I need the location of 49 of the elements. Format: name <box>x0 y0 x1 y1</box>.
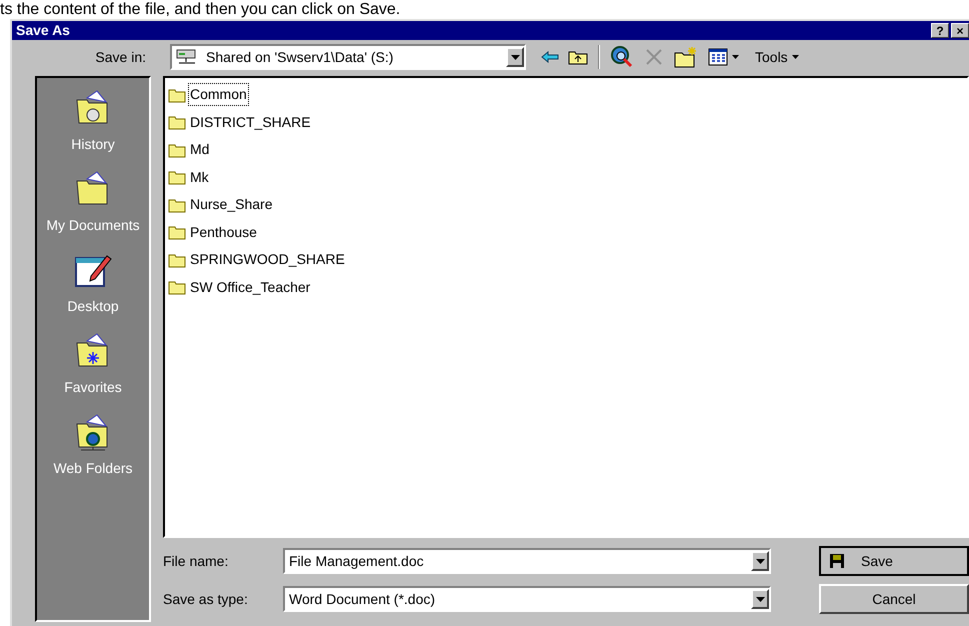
field-label: Save as type: <box>163 590 249 609</box>
field-label: File name: <box>163 552 230 570</box>
places-item[interactable]: Desktop <box>37 250 149 317</box>
globe-magnifier-icon <box>610 45 634 69</box>
instruction-text: ts the content of the file, and then you can click on Save. <box>0 0 402 19</box>
folder-icon <box>168 114 186 130</box>
save-as-type-dropdown[interactable]: Word Document (*.doc) <box>283 586 771 612</box>
folder-item[interactable]: Mk <box>188 166 211 189</box>
folder-icon <box>168 252 186 268</box>
file-name-field[interactable]: File Management.doc <box>283 548 771 574</box>
list-view-icon <box>708 48 728 66</box>
cancel-button[interactable]: Cancel <box>819 584 969 614</box>
caret-icon <box>732 55 739 59</box>
help-button[interactable]: ? <box>931 23 949 38</box>
places-item[interactable]: Favorites <box>37 331 149 398</box>
folder-sparkle-icon <box>674 46 698 68</box>
delete-x-icon <box>645 48 663 66</box>
dropdown-button[interactable] <box>751 589 769 609</box>
tools-menu[interactable]: Tools <box>747 43 807 71</box>
folder-up-icon <box>568 49 588 65</box>
folder-icon <box>168 224 186 240</box>
folder-item[interactable]: Md <box>188 138 212 162</box>
caret-icon <box>510 54 520 60</box>
caret-icon <box>792 55 799 59</box>
save-button[interactable]: Save <box>819 546 969 576</box>
folder-item[interactable]: Nurse_Share <box>188 193 274 216</box>
folder-item[interactable]: DISTRICT_SHARE <box>188 110 313 134</box>
dropdown-button[interactable] <box>506 47 524 67</box>
save-in-dropdown[interactable]: Shared on 'Swserv1\Data' (S:) <box>170 44 526 70</box>
arrow-left-icon <box>541 51 559 63</box>
places-item[interactable]: History <box>37 88 149 155</box>
folder-icon <box>168 169 186 186</box>
caret-icon <box>756 558 764 564</box>
folder-item[interactable]: SW Office_Teacher <box>188 276 312 299</box>
close-button[interactable]: × <box>951 23 969 38</box>
save-in-label: Save in: <box>94 48 147 66</box>
caret-icon <box>756 596 764 602</box>
places-item[interactable]: My Documents <box>37 169 149 236</box>
places-item[interactable]: Web Folders <box>37 412 149 479</box>
folder-item[interactable]: SPRINGWOOD_SHARE <box>188 248 347 272</box>
window-title: Save As <box>16 21 70 40</box>
dropdown-button[interactable] <box>751 551 769 571</box>
folder-icon <box>168 142 186 158</box>
folder-icon <box>168 86 186 103</box>
network-drive-icon <box>176 48 198 66</box>
folder-icon <box>168 279 186 296</box>
folder-icon <box>168 196 186 213</box>
folder-item[interactable]: Penthouse <box>188 220 259 244</box>
folder-item[interactable]: Common <box>188 83 249 106</box>
